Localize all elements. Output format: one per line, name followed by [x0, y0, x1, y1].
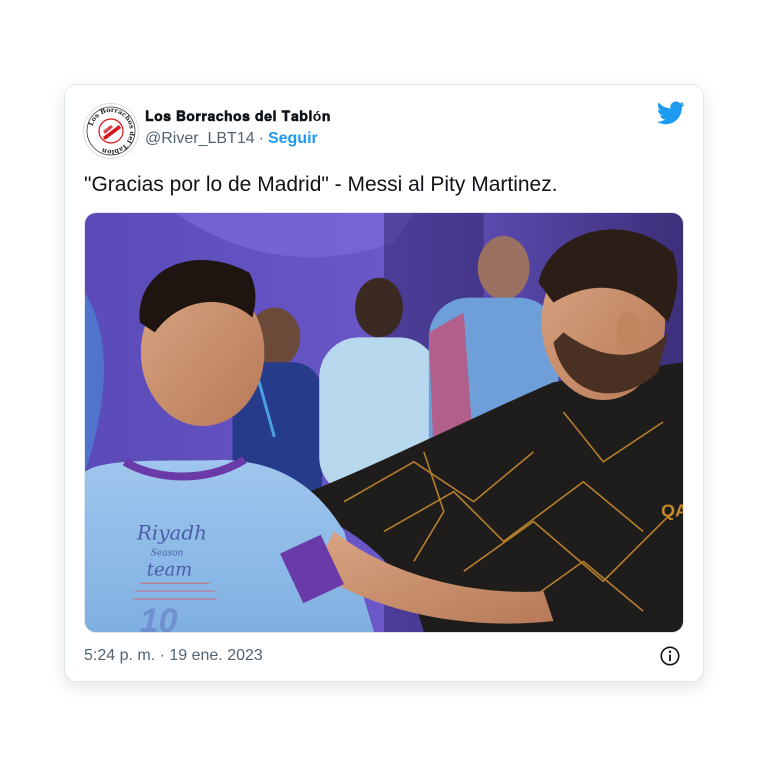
handle[interactable]: @River_LBT14 — [145, 130, 255, 147]
separator: · — [258, 130, 264, 147]
twitter-bird-icon[interactable] — [657, 101, 685, 125]
tweet-card: Los Borrachos del Tablón 𝐋𝐨𝐬 𝐁𝐨𝐫𝐫𝐚𝐜𝐡𝐨𝐬 𝐝… — [64, 84, 704, 682]
timestamp[interactable]: 5:24 p. m. · 19 ene. 2023 — [84, 647, 263, 665]
info-icon[interactable] — [659, 645, 681, 667]
display-name[interactable]: 𝐋𝐨𝐬 𝐁𝐨𝐫𝐫𝐚𝐜𝐡𝐨𝐬 𝐝𝐞𝐥 𝐓𝐚𝐛𝐥ó𝐧 — [145, 108, 331, 125]
sponsor-text: QA — [661, 501, 683, 521]
jersey-line-3: team — [147, 559, 192, 580]
avatar[interactable]: Los Borrachos del Tablón — [83, 103, 139, 159]
jersey-number: 10 — [140, 602, 178, 632]
jersey-line-1: Riyadh — [136, 521, 207, 544]
club-crest-icon: Los Borrachos del Tablón — [85, 105, 137, 157]
jersey-line-2: Season — [151, 548, 184, 558]
handle-row: @River_LBT14 · Seguir — [145, 130, 318, 148]
tweet-media-photo[interactable]: QA Riyadh Season team 10 — [84, 212, 684, 633]
photo: QA Riyadh Season team 10 — [85, 213, 683, 632]
tweet-text: "Gracias por lo de Madrid" - Messi al Pi… — [84, 173, 558, 196]
follow-button[interactable]: Seguir — [268, 130, 318, 147]
